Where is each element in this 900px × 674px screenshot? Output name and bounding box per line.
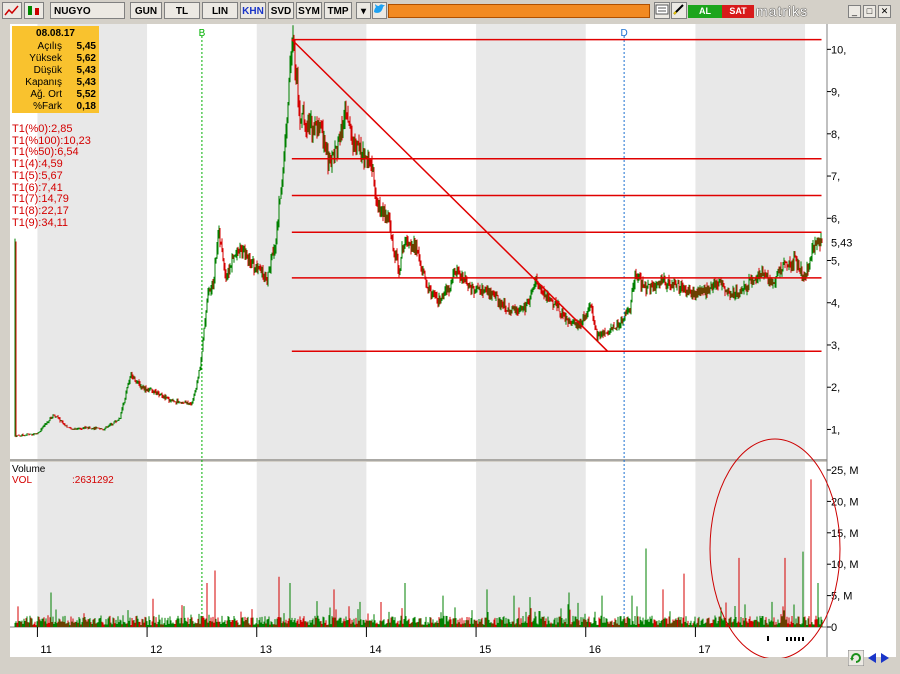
year-band — [476, 24, 586, 459]
y-tick-label: 6, — [831, 213, 840, 225]
toolbar-button-svd[interactable]: SVD — [268, 2, 294, 19]
scroll-right-icon[interactable] — [879, 651, 891, 665]
price-chart[interactable]: B D1,2,3,4,5,6,7,8,9,10,05, M10, M15, M20… — [0, 22, 900, 674]
y-tick-label: 10, — [831, 44, 846, 56]
year-band — [256, 24, 367, 459]
minimize-icon[interactable]: _ — [848, 5, 861, 18]
y-tick-label: 5, — [831, 256, 840, 268]
scroll-left-icon[interactable] — [866, 651, 878, 665]
info-row: Kapanış 5,43 — [12, 77, 99, 89]
fib-level-label: T1(%0):2,85 — [12, 123, 73, 135]
refresh-icon[interactable] — [847, 649, 865, 667]
alert-bar — [388, 4, 650, 18]
year-band — [37, 462, 148, 627]
volume-series-label: VOL — [12, 475, 33, 486]
scroll-indicator — [798, 637, 800, 641]
toolbar-button-khn[interactable]: KHN — [240, 2, 266, 19]
info-value: 5,43 — [76, 77, 96, 88]
y-tick-label: 1, — [831, 424, 840, 436]
info-value: 5,43 — [76, 65, 96, 76]
buy-button[interactable]: AL — [688, 5, 722, 18]
volume-title: Volume — [12, 464, 46, 475]
settings-icon[interactable] — [654, 2, 670, 19]
volume-series-value: :2631292 — [72, 475, 114, 486]
info-row: Düşük 5,43 — [12, 65, 99, 77]
twitter-icon[interactable] — [372, 2, 387, 19]
x-tick-label: 12 — [150, 644, 162, 656]
ohlc-info-box: 08.08.17 Açılış 5,45 Yüksek 5,62 Düşük 5,43 Ka… — [12, 26, 99, 113]
info-row: Ağ. Ort 5,52 — [12, 89, 99, 101]
y-tick-label: 7, — [831, 171, 840, 183]
toolbar-button-tl[interactable]: TL — [164, 2, 200, 19]
scroll-indicator — [790, 637, 792, 641]
info-label: Açılış — [37, 41, 62, 52]
marker-label: B — [199, 28, 206, 39]
marker-label: D — [621, 28, 628, 39]
chart-type-icon[interactable] — [24, 2, 44, 19]
x-tick-label: 17 — [698, 644, 710, 656]
info-value: 0,18 — [76, 101, 96, 112]
scroll-indicator — [767, 636, 769, 641]
info-row: Açılış 5,45 — [12, 41, 99, 53]
fib-levels-legend: T1(%0):2,85 T1(%100):10,23 T1(%50):6,54 T1(… — [12, 123, 91, 229]
vol-tick-label: 0 — [831, 622, 837, 634]
close-icon[interactable]: ✕ — [878, 5, 891, 18]
info-value: 5,52 — [76, 89, 96, 100]
info-label: Ağ. Ort — [30, 89, 62, 100]
year-band — [256, 462, 367, 627]
info-row: Yüksek 5,62 — [12, 53, 99, 65]
toolbar-button-tmp[interactable]: TMP — [324, 2, 352, 19]
info-label: Yüksek — [29, 53, 62, 64]
last-price-label: 5,43 — [831, 237, 852, 249]
toolbar-button-gun[interactable]: GUN — [130, 2, 162, 19]
info-label: Kapanış — [25, 77, 62, 88]
info-date: 08.08.17 — [36, 28, 75, 39]
vol-tick-label: 10, M — [831, 559, 859, 571]
info-value: 5,62 — [76, 53, 96, 64]
vol-tick-label: 25, M — [831, 465, 859, 477]
scrollbar-track — [10, 658, 890, 670]
x-tick-label: 13 — [260, 644, 272, 656]
x-tick-label: 11 — [40, 644, 51, 656]
y-tick-label: 3, — [831, 340, 840, 352]
x-tick-label: 14 — [369, 644, 381, 656]
year-band — [695, 462, 806, 627]
toolbar-button-lin[interactable]: LIN — [202, 2, 238, 19]
scroll-indicator — [786, 637, 788, 641]
x-tick-label: 15 — [479, 644, 491, 656]
info-label: Düşük — [33, 65, 62, 76]
maximize-icon[interactable]: □ — [863, 5, 876, 18]
toolbar-button-sym[interactable]: SYM — [296, 2, 322, 19]
y-tick-label: 4, — [831, 298, 840, 310]
symbol-field[interactable]: NUGYO — [50, 2, 125, 19]
sell-button[interactable]: SAT — [722, 5, 754, 18]
fib-level-label: T1(5):5,67 — [12, 169, 63, 182]
dropdown-icon[interactable]: ▾ — [356, 2, 371, 19]
chart-icon[interactable] — [2, 2, 22, 19]
scroll-indicator — [802, 637, 804, 641]
year-band — [695, 24, 806, 459]
y-tick-label: 2, — [831, 382, 840, 394]
info-row: %Fark 0,18 — [12, 101, 99, 113]
x-tick-label: 16 — [589, 644, 601, 656]
pen-icon[interactable] — [671, 2, 687, 19]
toolbar: NUGYO ▾ AL SAT matriks _ □ ✕ GUN TL LIN KHN… — [0, 0, 900, 23]
scroll-indicator — [794, 637, 796, 641]
y-tick-label: 8, — [831, 129, 840, 141]
info-value: 5,45 — [76, 41, 96, 52]
fib-level-label: T1(9):34,11 — [12, 216, 69, 229]
brand-logo: matriks — [756, 3, 809, 19]
volume-legend: VOL :2631292 — [12, 475, 114, 486]
vol-tick-label: 15, M — [831, 528, 859, 540]
info-label: %Fark — [33, 101, 62, 112]
y-tick-label: 9, — [831, 87, 840, 99]
fib-level-label: T1(8):22,17 — [12, 204, 69, 217]
